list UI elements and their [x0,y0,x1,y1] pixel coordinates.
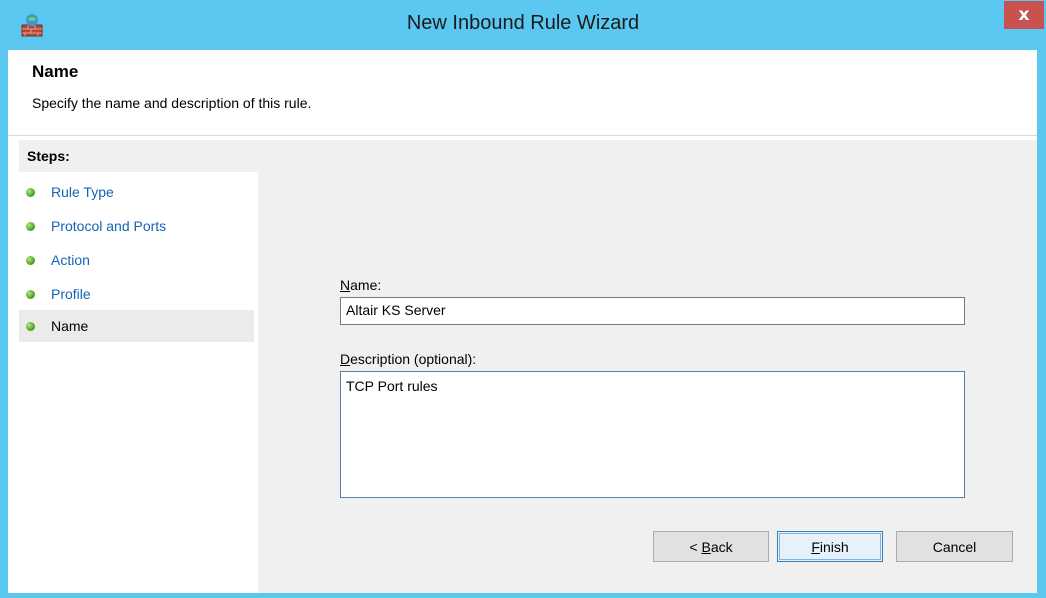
green-bullet-icon [26,290,35,299]
back-button-prefix: < [689,538,702,555]
green-bullet-icon [26,256,35,265]
finish-button-label: inish [819,538,849,555]
step-action[interactable]: Action [19,244,254,276]
main-panel: Name: Altair KS Server Description (opti… [258,140,1037,593]
description-textarea[interactable]: TCP Port rules [340,371,965,498]
step-rule-type[interactable]: Rule Type [19,176,254,208]
window-title: New Inbound Rule Wizard [406,12,640,34]
step-label: Profile [51,286,91,302]
description-label-text: escription (optional): [350,351,477,367]
back-button-accel: B [701,538,711,555]
page-header: Name Specify the name and description of… [8,50,1037,136]
green-bullet-icon [26,188,35,197]
name-label: Name: [340,277,381,293]
finish-button-accel: F [811,538,820,555]
step-label: Name [51,318,89,334]
description-label: Description (optional): [340,351,476,367]
close-icon: x [1018,5,1030,25]
back-button-label: ack [710,538,733,555]
page-description: Specify the name and description of this… [32,95,312,111]
wizard-window: New Inbound Rule Wizard x Name Specify t… [0,0,1046,598]
name-label-accel: N [340,277,351,293]
close-button[interactable]: x [1004,1,1044,29]
page-title: Name [32,62,79,81]
step-label: Action [51,252,90,268]
description-label-accel: D [340,351,351,367]
wizard-client-area: Name Specify the name and description of… [8,50,1037,593]
steps-heading: Steps: [19,140,258,172]
green-bullet-icon [26,222,35,231]
name-input[interactable]: Altair KS Server [340,297,965,325]
step-name: Name [19,310,254,342]
cancel-button-label: Cancel [932,538,977,555]
green-bullet-icon [26,322,35,331]
step-profile[interactable]: Profile [19,278,254,310]
name-label-text: ame: [350,277,382,293]
back-button[interactable]: < Back [653,531,769,562]
cancel-button[interactable]: Cancel [896,531,1013,562]
step-protocol-and-ports[interactable]: Protocol and Ports [19,210,254,242]
steps-panel: Steps: Rule Type Protocol and Ports Acti… [19,140,258,593]
finish-button[interactable]: Finish [777,531,883,562]
step-label: Rule Type [51,184,114,200]
title-bar[interactable]: New Inbound Rule Wizard x [0,0,1046,50]
step-label: Protocol and Ports [51,218,167,234]
